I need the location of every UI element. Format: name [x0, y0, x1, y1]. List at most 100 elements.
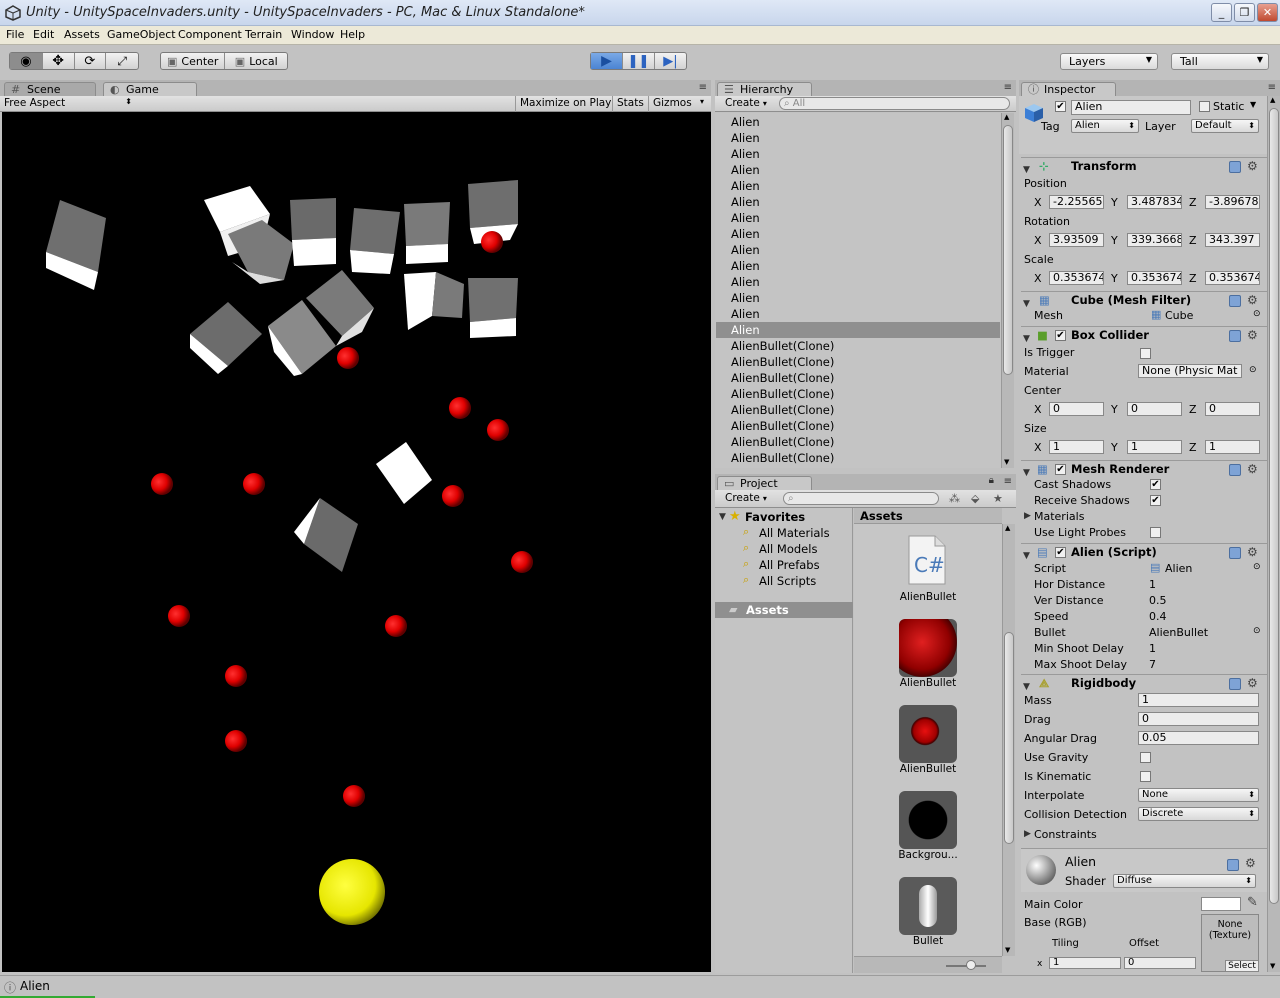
- menu-component[interactable]: Component: [178, 28, 242, 41]
- eyedropper-icon[interactable]: ✎: [1247, 895, 1258, 910]
- alien-script-header[interactable]: ▼ ▤ ✔ Alien (Script) ⚙: [1021, 543, 1267, 561]
- rotation-y-field[interactable]: 339.3668: [1127, 233, 1182, 247]
- hierarchy-item[interactable]: AlienBullet(Clone): [716, 418, 1000, 434]
- hierarchy-item[interactable]: AlienBullet(Clone): [716, 402, 1000, 418]
- use-gravity-checkbox[interactable]: [1140, 752, 1151, 763]
- expand-arrow-icon[interactable]: ▼: [719, 512, 726, 522]
- offset-x-field[interactable]: 0: [1124, 957, 1196, 969]
- object-picker-icon[interactable]: ⊙: [1253, 626, 1261, 636]
- background-material-icon[interactable]: [899, 791, 957, 849]
- tiling-x-field[interactable]: 1: [1049, 957, 1121, 969]
- project-create-button[interactable]: Create ▾: [725, 492, 771, 504]
- alien-cube[interactable]: [190, 302, 262, 374]
- tab-inspector[interactable]: ⓘ Inspector: [1021, 82, 1116, 97]
- hierarchy-item[interactable]: AlienBullet(Clone): [716, 434, 1000, 450]
- tab-game[interactable]: ◐ Game: [103, 82, 197, 97]
- position-y-field[interactable]: 3.487834: [1127, 195, 1182, 209]
- hierarchy-item[interactable]: Alien: [716, 274, 1000, 290]
- component-enabled-checkbox[interactable]: ✔: [1055, 547, 1066, 558]
- panel-menu-icon[interactable]: ≡: [699, 82, 707, 93]
- menu-terrain[interactable]: Terrain: [245, 28, 282, 41]
- main-color-swatch[interactable]: [1201, 897, 1241, 911]
- menu-gameobject[interactable]: GameObject: [107, 28, 176, 41]
- mass-field[interactable]: 1: [1138, 693, 1259, 707]
- size-x-field[interactable]: 1: [1049, 440, 1104, 454]
- alienbullet-prefab-icon[interactable]: [899, 705, 957, 763]
- object-picker-icon[interactable]: ⊙: [1253, 562, 1261, 572]
- size-z-field[interactable]: 1: [1205, 440, 1260, 454]
- static-checkbox[interactable]: [1199, 101, 1210, 112]
- menu-window[interactable]: Window: [291, 28, 334, 41]
- rotation-x-field[interactable]: 3.93509: [1049, 233, 1104, 247]
- gear-icon[interactable]: ⚙: [1247, 461, 1258, 478]
- hierarchy-search-input[interactable]: ⌕ All: [779, 97, 1010, 110]
- minimize-button[interactable]: _: [1211, 3, 1232, 22]
- expand-arrow-icon[interactable]: ▶: [1024, 829, 1031, 839]
- help-icon[interactable]: [1229, 464, 1241, 476]
- hierarchy-item[interactable]: Alien: [716, 146, 1000, 162]
- slider-thumb[interactable]: [966, 960, 976, 970]
- tab-hierarchy[interactable]: ☰ Hierarchy: [717, 82, 812, 97]
- is-trigger-checkbox[interactable]: [1140, 348, 1151, 359]
- hierarchy-item[interactable]: AlienBullet(Clone): [716, 386, 1000, 402]
- scroll-down-icon[interactable]: ▼: [1270, 962, 1275, 970]
- maximize-on-play-toggle[interactable]: Maximize on Play: [515, 96, 615, 112]
- scale-y-field[interactable]: 0.353674: [1127, 271, 1182, 285]
- scroll-thumb[interactable]: [1269, 108, 1279, 904]
- alien-cube[interactable]: [468, 278, 518, 338]
- scroll-down-icon[interactable]: ▼: [1005, 946, 1010, 954]
- hierarchy-item[interactable]: Alien: [716, 242, 1000, 258]
- scroll-up-icon[interactable]: ▲: [1005, 524, 1010, 532]
- layers-dropdown[interactable]: Layers ▼: [1060, 53, 1158, 70]
- hierarchy-item[interactable]: Alien: [716, 306, 1000, 322]
- alien-cube[interactable]: [294, 498, 358, 572]
- drag-field[interactable]: 0: [1138, 712, 1259, 726]
- shader-dropdown[interactable]: Diffuse ⬍: [1113, 874, 1256, 888]
- help-icon[interactable]: [1229, 547, 1241, 559]
- tab-scene[interactable]: # Scene: [4, 82, 96, 97]
- box-collider-header[interactable]: ▼ ■ ✔ Box Collider ⚙: [1021, 326, 1267, 344]
- object-picker-icon[interactable]: ⊙: [1253, 309, 1261, 319]
- csharp-script-icon[interactable]: C#: [907, 534, 947, 586]
- rotation-z-field[interactable]: 343.397: [1205, 233, 1260, 247]
- gear-icon[interactable]: ⚙: [1247, 675, 1258, 692]
- scroll-up-icon[interactable]: ▲: [1270, 96, 1275, 104]
- expand-arrow-icon[interactable]: ▶: [1024, 511, 1031, 521]
- collision-detection-dropdown[interactable]: Discrete ⬍: [1138, 807, 1259, 821]
- scale-x-field[interactable]: 0.353674: [1049, 271, 1104, 285]
- aspect-dropdown[interactable]: Free Aspect ⬍: [4, 97, 134, 109]
- angular-drag-field[interactable]: 0.05: [1138, 731, 1259, 745]
- gear-icon[interactable]: ⚙: [1245, 856, 1256, 870]
- hierarchy-item[interactable]: Alien: [716, 162, 1000, 178]
- alien-cube[interactable]: [46, 200, 106, 290]
- center-y-field[interactable]: 0: [1127, 402, 1182, 416]
- scroll-thumb[interactable]: [1004, 632, 1014, 844]
- object-picker-icon[interactable]: ⊙: [1249, 365, 1257, 375]
- menu-edit[interactable]: Edit: [33, 28, 54, 41]
- filter-type-icon[interactable]: ⁂: [949, 492, 960, 505]
- is-kinematic-checkbox[interactable]: [1140, 771, 1151, 782]
- scale-tool-button[interactable]: ⤢: [106, 53, 138, 69]
- constraints-label[interactable]: Constraints: [1034, 828, 1097, 841]
- size-y-field[interactable]: 1: [1127, 440, 1182, 454]
- component-enabled-checkbox[interactable]: ✔: [1055, 464, 1066, 475]
- position-z-field[interactable]: -3.89678: [1205, 195, 1260, 209]
- play-button[interactable]: ▶: [591, 53, 623, 69]
- status-message[interactable]: Alien: [20, 979, 50, 993]
- center-x-field[interactable]: 0: [1049, 402, 1104, 416]
- alien-cube[interactable]: [404, 272, 464, 330]
- script-field-value[interactable]: 0.4: [1149, 610, 1167, 623]
- script-field-value[interactable]: AlienBullet: [1149, 626, 1208, 639]
- close-button[interactable]: ✕: [1257, 3, 1278, 22]
- interpolate-dropdown[interactable]: None ⬍: [1138, 788, 1259, 802]
- gear-icon[interactable]: ⚙: [1247, 158, 1258, 175]
- script-field-value[interactable]: 7: [1149, 658, 1156, 671]
- inspector-scrollbar[interactable]: ▲ ▼: [1267, 96, 1280, 972]
- alien-cube[interactable]: [204, 186, 294, 284]
- hierarchy-item[interactable]: AlienBullet(Clone): [716, 354, 1000, 370]
- tag-dropdown[interactable]: Alien ⬍: [1071, 119, 1139, 133]
- help-icon[interactable]: [1229, 678, 1241, 690]
- physic-material-field[interactable]: None (Physic Mat: [1138, 364, 1242, 378]
- hierarchy-item[interactable]: Alien: [716, 194, 1000, 210]
- cast-shadows-checkbox[interactable]: ✔: [1150, 479, 1161, 490]
